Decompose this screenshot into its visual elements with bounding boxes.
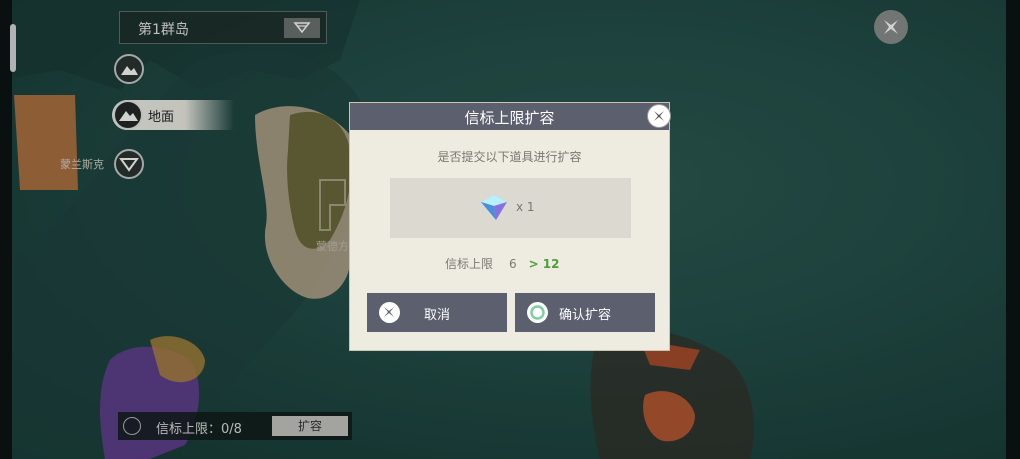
limit-old-value: 6: [509, 257, 517, 271]
cancel-button[interactable]: 取消: [367, 293, 507, 332]
dialog-prompt: 是否提交以下道具进行扩容: [437, 150, 582, 164]
close-icon: [654, 111, 664, 121]
cancel-button-label: 取消: [423, 307, 450, 322]
item-quantity: x 1: [516, 200, 535, 214]
limit-new-value: 12: [542, 257, 560, 271]
limit-label: 信标上限: [445, 257, 494, 271]
dialog-close-button[interactable]: [647, 104, 671, 128]
confirm-button-label: 确认扩容: [558, 307, 611, 322]
dialog-title: 信标上限扩容: [464, 109, 555, 127]
dialog-header: 信标上限扩容: [350, 103, 671, 130]
limit-change: 信标上限 6 >12: [445, 255, 559, 272]
item-slot[interactable]: x 1: [390, 178, 631, 238]
limit-arrow: >: [528, 257, 539, 271]
expand-dialog: 信标上限扩容 是否提交以下道具进行扩容 x 1 信标上限 6 >12 取消 确认扩容: [349, 102, 671, 351]
crystal-item-icon: [481, 195, 507, 220]
confirm-expand-button[interactable]: 确认扩容: [515, 293, 655, 332]
